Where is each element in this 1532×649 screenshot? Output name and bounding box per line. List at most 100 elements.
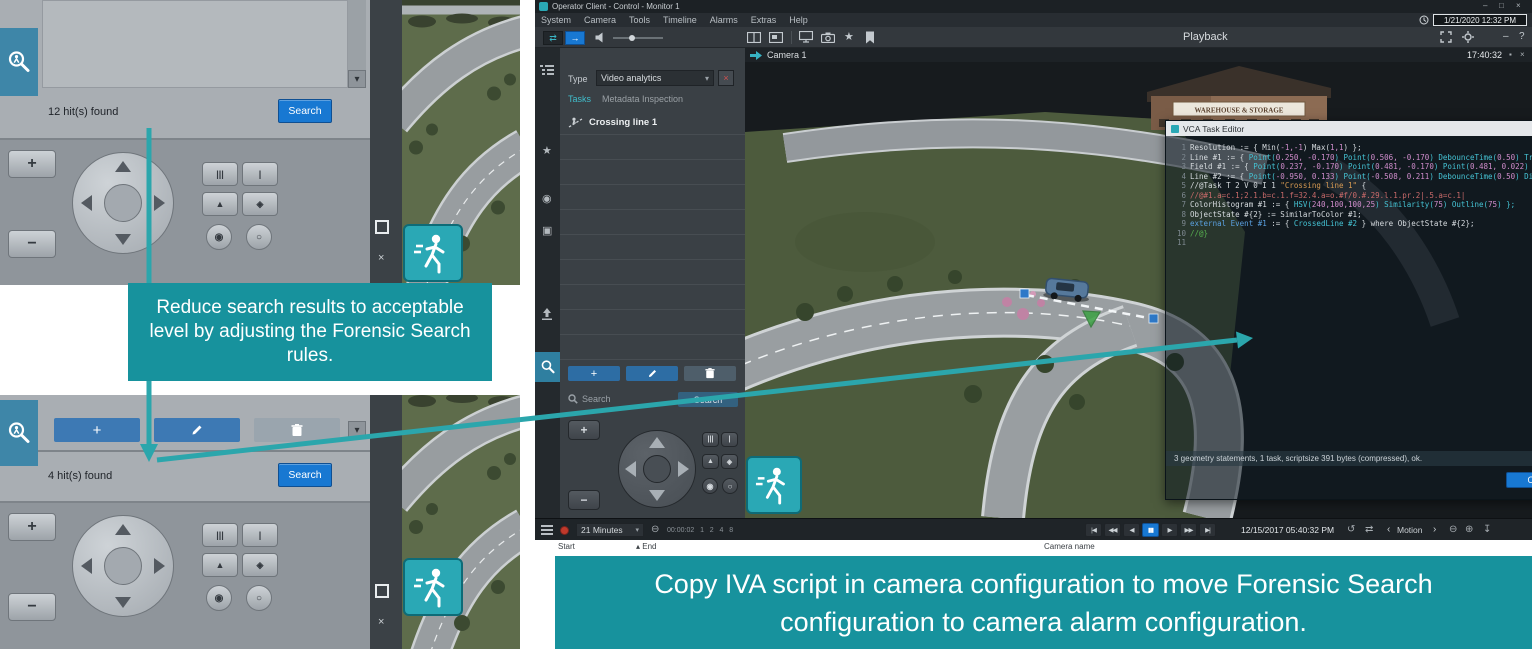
task-row-empty[interactable] (560, 335, 745, 360)
skip-start-button[interactable]: |◀ (1085, 523, 1102, 537)
help-icon[interactable]: ? (1519, 31, 1525, 42)
menu-help[interactable]: Help (789, 15, 808, 25)
zoom-out-button[interactable]: − (8, 593, 56, 621)
playback-mode-button[interactable]: → (565, 31, 585, 45)
menu-alarms[interactable]: Alarms (710, 15, 738, 25)
task-row-crossing-line[interactable]: Crossing line 1 (560, 110, 745, 135)
logical-tree-icon[interactable] (540, 64, 554, 76)
panel-search-button[interactable]: Search (678, 392, 738, 407)
line-handle-start[interactable] (1020, 289, 1029, 298)
pane-checkbox-icon[interactable] (375, 584, 389, 598)
pane-pin-icon[interactable]: ▪ (1509, 50, 1512, 59)
scroll-down-icon[interactable]: ▾ (348, 70, 366, 88)
pane-close-icon[interactable]: × (1520, 50, 1525, 59)
snapshot-camera-icon[interactable] (821, 32, 835, 43)
ptz-up-icon[interactable] (115, 524, 131, 535)
duration-dropdown[interactable]: 21 Minutes ▾ (576, 523, 644, 537)
focus-far-button[interactable]: | (721, 432, 738, 447)
iris-close-button[interactable]: ◈ (242, 553, 278, 577)
search-button[interactable]: Search (278, 463, 332, 487)
timeline-zoom-out-icon[interactable]: ⊖ (651, 524, 659, 535)
ptz-down-icon[interactable] (115, 234, 131, 245)
bookmark-icon[interactable] (865, 31, 875, 44)
pause-button[interactable]: ▮▮ (1142, 523, 1159, 537)
minimize-icon[interactable]: – (1483, 1, 1487, 10)
ptz-joystick-center[interactable] (104, 184, 142, 222)
record-icon[interactable] (560, 526, 569, 535)
ptz-joystick[interactable] (72, 515, 174, 617)
live-mode-button[interactable]: ⇄ (543, 31, 563, 45)
focus-near-button[interactable]: ||| (202, 523, 238, 547)
focus-near-button[interactable]: ||| (702, 432, 719, 447)
monitor-icon[interactable] (799, 31, 813, 43)
fast-rewind-button[interactable]: ◀◀ (1104, 523, 1121, 537)
result-list-area[interactable] (42, 0, 348, 88)
single-pane-icon[interactable] (769, 32, 783, 43)
preset-button-2[interactable]: ○ (246, 224, 272, 250)
delete-task-button[interactable] (684, 366, 736, 381)
menu-extras[interactable]: Extras (751, 15, 777, 25)
preset-button-1[interactable]: ◉ (206, 585, 232, 611)
menu-timeline[interactable]: Timeline (663, 15, 697, 25)
maximize-icon[interactable]: □ (1499, 1, 1504, 10)
menu-camera[interactable]: Camera (584, 15, 616, 25)
task-row-empty[interactable] (560, 260, 745, 285)
skip-end-button[interactable]: ▶| (1199, 523, 1216, 537)
person-detection-overlay[interactable] (403, 558, 463, 616)
step-back-button[interactable]: ◀ (1123, 523, 1140, 537)
speaker-icon[interactable] (595, 32, 607, 43)
task-row-empty[interactable] (560, 185, 745, 210)
add-rule-button[interactable]: + (54, 418, 140, 442)
task-row-empty[interactable] (560, 210, 745, 235)
forensic-search-tab[interactable] (0, 400, 38, 466)
zoom-out-icon[interactable]: ⊖ (1449, 524, 1457, 535)
menu-system[interactable]: System (541, 15, 571, 25)
step-forward-button[interactable]: ▶ (1161, 523, 1178, 537)
ptz-right-icon[interactable] (154, 195, 165, 211)
volume-slider-handle[interactable] (629, 35, 635, 41)
type-dropdown[interactable]: Video analytics ▾ (596, 70, 714, 86)
preset-button-2[interactable]: ○ (246, 585, 272, 611)
export-icon[interactable] (541, 308, 553, 320)
clear-type-button[interactable]: × (718, 70, 734, 86)
preset-button-1[interactable]: ◉ (702, 478, 718, 494)
zoom-out-button[interactable]: − (8, 230, 56, 258)
pane-close-icon[interactable]: × (378, 616, 384, 628)
zoom-in-button[interactable]: + (8, 150, 56, 178)
menu-tools[interactable]: Tools (629, 15, 650, 25)
bookmarks-icon[interactable]: ◉ (542, 192, 552, 205)
person-detection-overlay[interactable] (746, 456, 802, 514)
forensic-search-tab-active[interactable] (535, 352, 560, 382)
prev-stream-icon[interactable]: ‹ (1387, 524, 1390, 535)
preset-button-1[interactable]: ◉ (206, 224, 232, 250)
line-handle-end[interactable] (1149, 314, 1158, 323)
focus-far-button[interactable]: | (242, 523, 278, 547)
zoom-in-icon[interactable]: ⊕ (1465, 524, 1473, 535)
zoom-out-button[interactable]: − (568, 490, 600, 510)
ptz-right-icon[interactable] (154, 558, 165, 574)
ptz-up-icon[interactable] (649, 437, 665, 448)
task-row-empty[interactable] (560, 160, 745, 185)
zoom-in-button[interactable]: + (8, 513, 56, 541)
ptz-joystick-center[interactable] (643, 455, 671, 483)
favorites-star-icon[interactable]: ★ (542, 144, 552, 157)
tab-tasks[interactable]: Tasks (568, 94, 591, 104)
ptz-left-icon[interactable] (81, 558, 92, 574)
person-detection-overlay[interactable] (403, 224, 463, 282)
ptz-down-icon[interactable] (115, 597, 131, 608)
task-row-empty[interactable] (560, 135, 745, 160)
task-row-empty[interactable] (560, 235, 745, 260)
ptz-joystick[interactable] (72, 152, 174, 254)
logbook-icon[interactable] (541, 525, 553, 536)
forensic-search-tab[interactable] (0, 28, 38, 96)
image-pane-icon[interactable]: ▣ (542, 224, 552, 237)
search-button[interactable]: Search (278, 99, 332, 123)
minimize-toolbar-icon[interactable]: – (1503, 31, 1509, 42)
scroll-down-icon[interactable]: ▾ (348, 421, 366, 439)
sync-icon[interactable]: ⇄ (1365, 524, 1373, 535)
export-video-icon[interactable]: ↧ (1483, 524, 1491, 535)
iris-open-button[interactable]: ▲ (702, 454, 719, 469)
iris-close-button[interactable]: ◈ (242, 192, 278, 216)
iris-close-button[interactable]: ◈ (721, 454, 738, 469)
ptz-left-icon[interactable] (625, 461, 636, 477)
